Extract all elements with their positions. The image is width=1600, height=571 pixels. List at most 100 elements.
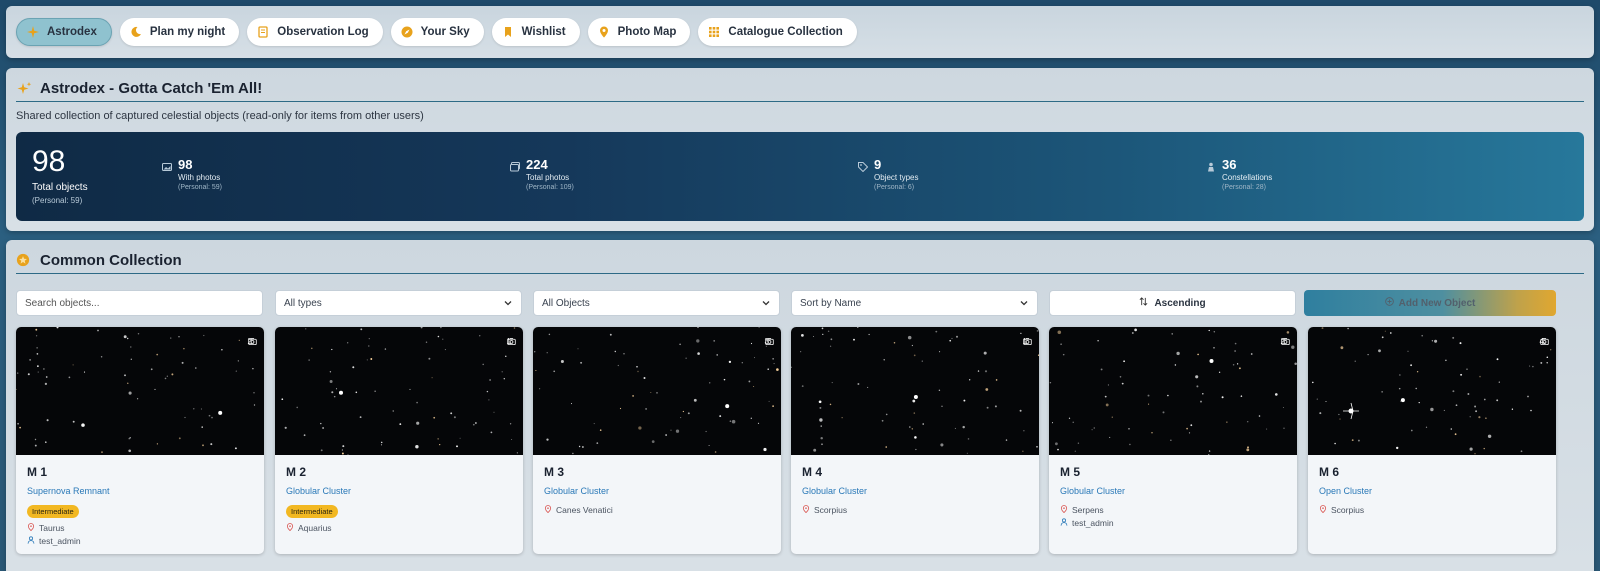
object-card[interactable]: 4 M 6 Open Cluster Scorpius [1308, 327, 1556, 554]
object-type-link[interactable]: Globular Cluster [1060, 486, 1125, 496]
photo-count-badge: 1 [1023, 337, 1032, 346]
owner-filter-value: All Objects [542, 297, 590, 309]
owner-name: test_admin [39, 536, 81, 546]
object-photo[interactable]: 1 [791, 327, 1039, 455]
object-name: M 5 [1060, 465, 1081, 479]
page-title: Astrodex - Gotta Catch 'Em All! [16, 76, 1584, 102]
object-card[interactable]: 3 M 3 Globular Cluster Canes Venatici [533, 327, 781, 554]
nav-wishlist[interactable]: Wishlist [491, 18, 580, 46]
star-badge-icon [16, 253, 32, 269]
owner-row: test_admin [27, 536, 81, 546]
map-pin-icon [1060, 505, 1068, 515]
stat-value: 98 [178, 157, 193, 172]
object-type-link[interactable]: Globular Cluster [802, 486, 867, 496]
object-meta: Intermediate Aquarius [286, 505, 338, 533]
sort-select[interactable]: Sort by Name [791, 290, 1038, 316]
map-pin-icon [544, 505, 552, 515]
photo-count-badge: 2 [248, 337, 257, 346]
user-icon [1060, 518, 1068, 528]
object-photo[interactable]: 1 [275, 327, 523, 455]
stat-value: 9 [874, 157, 882, 172]
type-filter-select[interactable]: All types [275, 290, 522, 316]
constellation-name: Taurus [39, 523, 65, 533]
constellation-row: Scorpius [802, 505, 847, 515]
constellation-name: Serpens [1072, 505, 1104, 515]
section-title: Common Collection [16, 248, 1584, 274]
constellation-row: Serpens [1060, 505, 1114, 515]
object-photo[interactable]: 4 [1308, 327, 1556, 455]
object-name: M 6 [1319, 465, 1340, 479]
owner-row: test_admin [1060, 518, 1114, 528]
stat-total-photos: 224 Total photos (Personal: 109) [510, 158, 574, 191]
stat-personal: (Personal: 28) [1222, 184, 1266, 191]
map-pin-icon [27, 523, 35, 533]
constellation-row: Scorpius [1319, 505, 1364, 515]
constellation-name: Scorpius [814, 505, 848, 515]
nav-your-sky[interactable]: Your Sky [390, 18, 484, 46]
photo-count-badge: 3 [765, 337, 774, 346]
object-type-link[interactable]: Globular Cluster [286, 486, 351, 496]
object-type-link[interactable]: Supernova Remnant [27, 486, 110, 496]
object-card[interactable]: 2 M 1 Supernova Remnant Intermediate Taurus t… [16, 327, 264, 554]
stats-banner: 98 Total objects (Personal: 59) 98 With … [16, 132, 1584, 221]
object-card[interactable]: 1 M 4 Globular Cluster Scorpius [791, 327, 1039, 554]
object-card[interactable]: 2 M 5 Globular Cluster Serpens test_admin [1049, 327, 1297, 554]
nav-astrodex[interactable]: Astrodex [16, 18, 112, 46]
stat-personal: (Personal: 109) [526, 184, 574, 191]
map-pin-icon [1319, 505, 1327, 515]
stat-total-objects: 98 Total objects (Personal: 59) [32, 146, 88, 206]
object-name: M 3 [544, 465, 565, 479]
object-card[interactable]: 1 M 2 Globular Cluster Intermediate Aquarius [275, 327, 523, 554]
object-photo[interactable]: 2 [1049, 327, 1297, 455]
plus-circle-icon [1384, 297, 1394, 309]
nav-catalogue-collection[interactable]: Catalogue Collection [698, 18, 857, 46]
nav-plan-my-night[interactable]: Plan my night [119, 18, 240, 46]
stat-personal: (Personal: 59) [32, 196, 83, 205]
photo-count-badge: 4 [1540, 337, 1549, 346]
section-title-text: Common Collection [40, 252, 182, 269]
nav-label: Astrodex [47, 26, 97, 38]
owner-filter-select[interactable]: All Objects [533, 290, 780, 316]
owner-name: test_admin [1072, 518, 1114, 528]
chevron-down-icon [503, 298, 513, 308]
nav-label: Photo Map [617, 26, 677, 38]
page-title-text: Astrodex - Gotta Catch 'Em All! [40, 80, 263, 97]
image-icon [162, 162, 172, 172]
object-type-link[interactable]: Open Cluster [1319, 486, 1372, 496]
sort-order-button[interactable]: Ascending [1049, 290, 1296, 316]
difficulty-badge: Intermediate [286, 505, 338, 518]
nav-observation-log[interactable]: Observation Log [247, 18, 383, 46]
object-photo[interactable]: 3 [533, 327, 781, 455]
object-meta: Scorpius [1319, 505, 1364, 515]
nav-photo-map[interactable]: Photo Map [587, 18, 691, 46]
user-icon [27, 536, 35, 546]
common-collection-panel: Common Collection All types All Objects … [6, 240, 1594, 571]
object-type-link[interactable]: Globular Cluster [544, 486, 609, 496]
constellation-name: Canes Venatici [556, 505, 613, 515]
type-filter-value: All types [284, 297, 322, 309]
sort-order-label: Ascending [1154, 297, 1206, 309]
nav-label: Catalogue Collection [728, 26, 843, 38]
nav-label: Your Sky [420, 26, 470, 38]
nav-label: Wishlist [521, 26, 566, 38]
stat-constellations: 36 Constellations (Personal: 28) [1206, 158, 1272, 191]
tag-icon [858, 162, 868, 172]
constellation-name: Scorpius [1331, 505, 1365, 515]
map-pin-icon [286, 523, 294, 533]
stat-value: 224 [526, 157, 548, 172]
sort-value: Sort by Name [800, 297, 862, 309]
stat-label: With photos [178, 173, 221, 182]
map-pin-icon [802, 505, 810, 515]
stat-label: Constellations [1222, 173, 1273, 182]
stat-object-types: 9 Object types (Personal: 6) [858, 158, 918, 191]
stat-label: Total objects [32, 182, 88, 193]
constellation-row: Canes Venatici [544, 505, 613, 515]
search-input[interactable] [16, 290, 263, 316]
person-icon [1206, 162, 1216, 172]
top-navigation: Astrodex Plan my night Observation Log Y… [6, 6, 1594, 58]
sort-arrows-icon [1139, 297, 1148, 309]
object-photo[interactable]: 2 [16, 327, 264, 455]
stat-label: Object types [874, 173, 919, 182]
add-new-object-button[interactable]: Add New Object [1304, 290, 1556, 316]
nav-label: Observation Log [277, 26, 369, 38]
